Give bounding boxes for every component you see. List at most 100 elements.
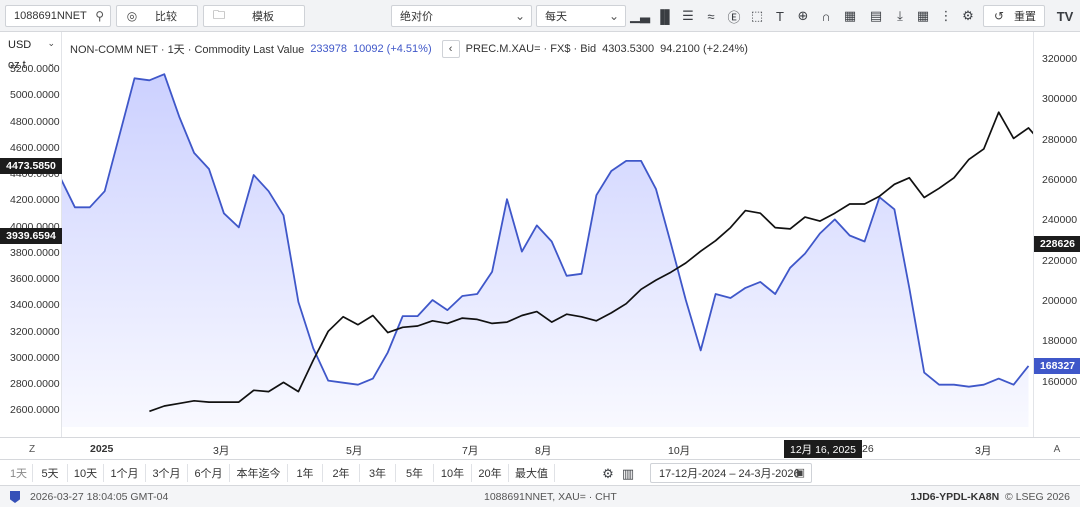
series1-change: 10092 (+4.51%)	[353, 43, 432, 55]
left-axis-tick: 4800.0000	[10, 115, 60, 128]
zoom-reset-corner[interactable]: Z	[23, 441, 41, 457]
left-axis-tick: 5200.0000	[10, 63, 60, 76]
symbol-search-input[interactable]: 1088691NNET ⚲	[5, 5, 111, 27]
table-icon[interactable]: ▦	[840, 6, 860, 26]
status-copyright: © LSEG 2026	[1005, 491, 1070, 503]
left-axis-tick: 4600.0000	[10, 141, 60, 154]
bookmark-icon	[10, 491, 20, 503]
zoom-icon[interactable]: ⊕	[793, 6, 813, 26]
status-right: 1JD6-YPDL-KA8N © LSEG 2026	[911, 491, 1070, 503]
range-button[interactable]: 2年	[323, 464, 360, 482]
range-button[interactable]: 5天	[33, 464, 68, 482]
right-axis-tick: 320000	[1042, 53, 1078, 66]
range-button[interactable]: 1年	[288, 464, 323, 482]
tradingview-logo: TV	[1056, 8, 1074, 24]
auto-scale-corner[interactable]: A	[1048, 441, 1066, 457]
layout-icon[interactable]: ▤	[866, 6, 886, 26]
download-icon[interactable]: ⤓	[890, 6, 910, 26]
search-icon: ⚲	[95, 9, 104, 23]
right-axis-panel: 160000 180000 200000 220000 240000 260000 2800…	[1033, 32, 1080, 437]
x-axis-label: 3月	[975, 445, 992, 457]
right-axis-tick: 180000	[1042, 335, 1078, 348]
scale-mode-select[interactable]: 绝对价 ⌄	[391, 5, 532, 27]
drawing-icon[interactable]: ⬚	[747, 6, 767, 26]
template-button[interactable]: 🗀 模板	[203, 5, 305, 27]
chart-legend: NON-COMM NET · 1天 · Commodity Last Value…	[70, 40, 748, 58]
grid-icon[interactable]: ▦	[913, 6, 933, 26]
right-axis-tick: 260000	[1042, 174, 1078, 187]
compare-target-icon: ◎	[126, 9, 138, 23]
x-axis-label: 3月	[213, 445, 230, 457]
crosshair-right-badge: 228626	[1034, 236, 1080, 253]
range-button[interactable]: 3个月	[146, 464, 188, 482]
chart-plot[interactable]	[62, 32, 1033, 437]
x-axis-label: 7月	[462, 445, 479, 457]
chart-type-icon[interactable]: ▁▃	[630, 6, 650, 26]
status-timestamp: 2026-03-27 18:04:05 GMT-04	[30, 491, 169, 503]
right-axis-tick: 300000	[1042, 93, 1078, 106]
x-axis-label: 2025	[90, 443, 114, 455]
indicators-icon[interactable]: ☰	[678, 6, 698, 26]
magnet-icon[interactable]: ∩	[816, 6, 836, 26]
series1-value: 233978	[310, 43, 348, 55]
date-range-field[interactable]: 17-12月-2024 ‒ 24-3月-2026 ▣	[650, 463, 812, 483]
left-axis-tick: 3000.0000	[10, 351, 60, 364]
right-axis-tick: 200000	[1042, 295, 1078, 308]
gear-icon[interactable]: ⚙	[598, 464, 618, 484]
range-button[interactable]: 本年迄今	[230, 464, 288, 482]
currency-value: USD	[8, 39, 32, 51]
symbol-value: 1088691NNET	[14, 10, 87, 22]
gold-last-badge: 4473.5850	[0, 157, 62, 174]
x-axis-label-2026: 26	[862, 443, 874, 455]
range-button[interactable]: 5年	[396, 464, 434, 482]
wave-icon[interactable]: ≈	[701, 6, 721, 26]
more-icon[interactable]: ⋮	[936, 6, 956, 26]
x-axis-label: 10月	[668, 445, 691, 457]
date-range-value: 17-12月-2024 ‒ 24-3月-2026	[659, 468, 800, 480]
left-axis-tick: 3200.0000	[10, 325, 60, 338]
left-axis-tick: 3800.0000	[10, 246, 60, 259]
range-button[interactable]: 20年	[472, 464, 509, 482]
left-axis-tick: 4200.0000	[10, 194, 60, 207]
x-axis-label: 5月	[346, 445, 363, 457]
left-axis-tick: 2600.0000	[10, 404, 60, 417]
status-ric: 1088691NNET, XAU= · CHT	[484, 491, 617, 503]
cot-last-badge: 168327	[1034, 357, 1080, 374]
left-axis-tick: 2800.0000	[10, 378, 60, 391]
range-button[interactable]: 10天	[68, 464, 104, 482]
calendar-icon: ▣	[794, 467, 805, 479]
right-axis-tick: 240000	[1042, 214, 1078, 227]
bar-chart-icon[interactable]: ▐▌	[655, 6, 675, 26]
left-axis-tick: 3600.0000	[10, 273, 60, 286]
left-axis-tick: 5000.0000	[10, 89, 60, 102]
compare-label: 比较	[155, 11, 177, 23]
range-button[interactable]: 1天	[5, 464, 33, 482]
chevron-down-icon: ⌄	[47, 38, 55, 48]
chevron-down-icon: ⌄	[608, 9, 619, 23]
chevron-down-icon: ⌄	[514, 9, 525, 23]
range-button[interactable]: 6个月	[188, 464, 230, 482]
x-axis: Z 2025 3月 5月 7月 8月 10月 3月 12月 16, 2025 26 A	[0, 437, 1080, 459]
folder-icon: 🗀	[212, 7, 225, 22]
book-icon[interactable]: ▥	[618, 464, 638, 484]
reset-button[interactable]: ↺ 重置	[983, 5, 1045, 27]
right-axis-tick: 220000	[1042, 254, 1078, 267]
crosshair-left-badge: 3939.6594	[0, 227, 62, 244]
compare-button[interactable]: ◎ 比较	[116, 5, 198, 27]
gear-icon[interactable]: ⚙	[958, 6, 978, 26]
interval-value: 每天	[545, 11, 567, 23]
currency-select[interactable]: USD ⌄	[3, 36, 59, 54]
currency-icon[interactable]: Ⓔ	[724, 6, 744, 26]
toolbar: 1088691NNET ⚲ ◎ 比较 🗀 模板 绝对价 ⌄ 每天 ⌄ ▁▃ ▐▌…	[0, 0, 1080, 32]
series1-name: NON-COMM NET · 1天 · Commodity Last Value	[70, 44, 305, 56]
text-tool-icon[interactable]: T	[770, 6, 790, 26]
interval-select[interactable]: 每天 ⌄	[536, 5, 626, 27]
legend-collapse-button[interactable]: ‹	[441, 40, 460, 58]
range-button[interactable]: 10年	[434, 464, 472, 482]
range-button[interactable]: 1个月	[104, 464, 146, 482]
series2-value: 4303.5300	[602, 43, 655, 55]
range-button[interactable]: 最大值	[509, 464, 555, 482]
range-button[interactable]: 3年	[360, 464, 396, 482]
left-axis-panel: USD ⌄ oz t ⌄ 2600.0000 2800.0000 3000.0000…	[0, 32, 62, 437]
template-label: 模板	[252, 11, 274, 23]
